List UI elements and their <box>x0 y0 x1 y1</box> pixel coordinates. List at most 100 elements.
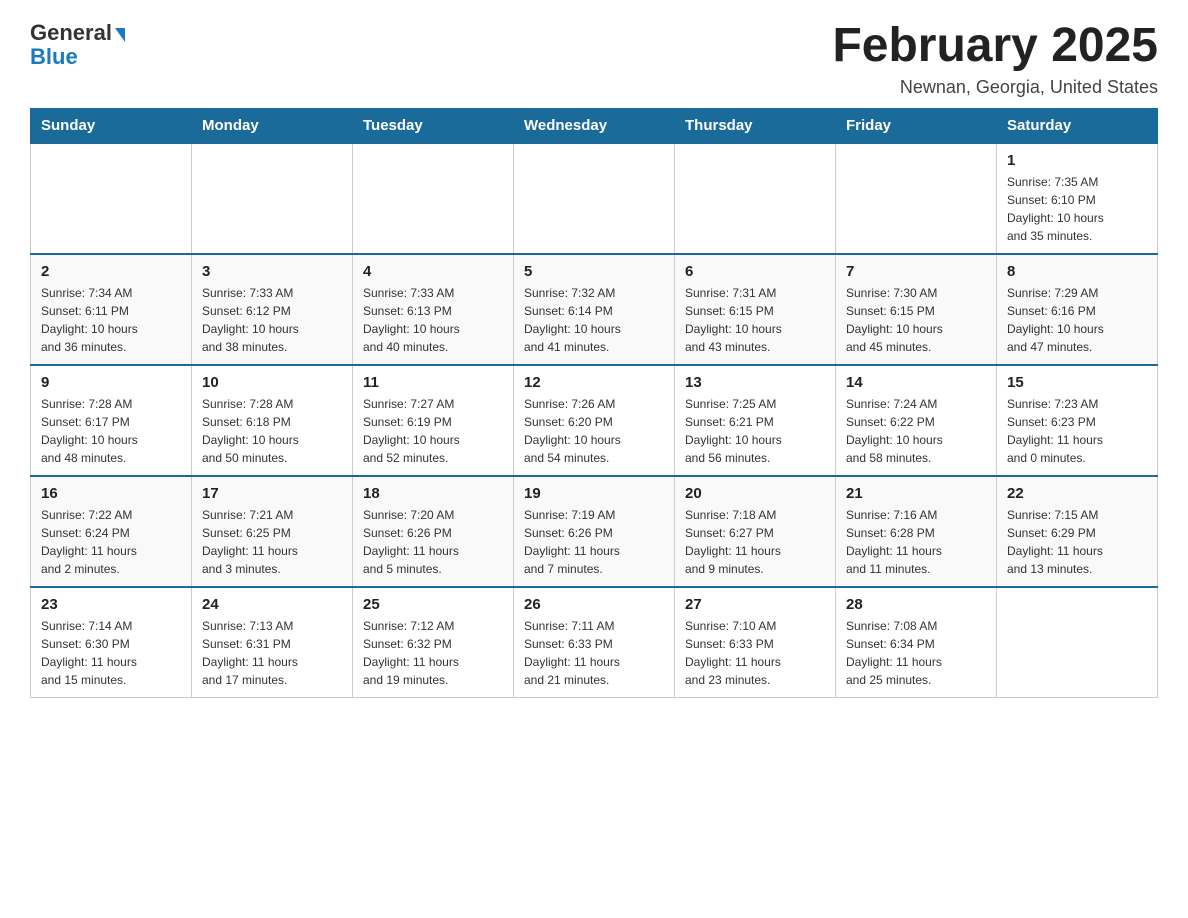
calendar-cell: 15 Sunrise: 7:23 AMSunset: 6:23 PMDayligh… <box>997 365 1158 476</box>
calendar-cell: 1 Sunrise: 7:35 AMSunset: 6:10 PMDaylight… <box>997 143 1158 254</box>
calendar-cell: 9 Sunrise: 7:28 AMSunset: 6:17 PMDaylight… <box>31 365 192 476</box>
day-info: Sunrise: 7:33 AMSunset: 6:13 PMDaylight:… <box>363 284 503 356</box>
day-info: Sunrise: 7:28 AMSunset: 6:17 PMDaylight:… <box>41 395 181 467</box>
day-number: 1 <box>1007 152 1147 169</box>
day-info: Sunrise: 7:16 AMSunset: 6:28 PMDaylight:… <box>846 506 986 578</box>
logo: General Blue <box>30 20 125 70</box>
calendar-cell: 24 Sunrise: 7:13 AMSunset: 6:31 PMDayligh… <box>192 587 353 698</box>
day-info: Sunrise: 7:32 AMSunset: 6:14 PMDaylight:… <box>524 284 664 356</box>
day-number: 12 <box>524 374 664 391</box>
calendar-table: Sunday Monday Tuesday Wednesday Thursday… <box>30 108 1158 698</box>
calendar-header-row: Sunday Monday Tuesday Wednesday Thursday… <box>31 108 1158 143</box>
header-saturday: Saturday <box>997 108 1158 143</box>
calendar-cell <box>514 143 675 254</box>
day-number: 4 <box>363 263 503 280</box>
calendar-cell: 11 Sunrise: 7:27 AMSunset: 6:19 PMDayligh… <box>353 365 514 476</box>
day-number: 22 <box>1007 485 1147 502</box>
calendar-cell: 5 Sunrise: 7:32 AMSunset: 6:14 PMDaylight… <box>514 254 675 365</box>
day-number: 26 <box>524 596 664 613</box>
day-info: Sunrise: 7:14 AMSunset: 6:30 PMDaylight:… <box>41 617 181 689</box>
day-number: 6 <box>685 263 825 280</box>
calendar-cell: 27Sunrise: 7:10 AMSunset: 6:33 PMDayligh… <box>675 587 836 698</box>
day-number: 9 <box>41 374 181 391</box>
day-number: 23 <box>41 596 181 613</box>
day-number: 11 <box>363 374 503 391</box>
calendar-cell: 19Sunrise: 7:19 AMSunset: 6:26 PMDayligh… <box>514 476 675 587</box>
day-info: Sunrise: 7:26 AMSunset: 6:20 PMDaylight:… <box>524 395 664 467</box>
calendar-cell: 13 Sunrise: 7:25 AMSunset: 6:21 PMDayligh… <box>675 365 836 476</box>
day-info: Sunrise: 7:23 AMSunset: 6:23 PMDaylight:… <box>1007 395 1147 467</box>
day-number: 27 <box>685 596 825 613</box>
logo-general-text: General <box>30 20 112 46</box>
calendar-cell: 3 Sunrise: 7:33 AMSunset: 6:12 PMDaylight… <box>192 254 353 365</box>
day-info: Sunrise: 7:34 AMSunset: 6:11 PMDaylight:… <box>41 284 181 356</box>
calendar-cell: 8Sunrise: 7:29 AMSunset: 6:16 PMDaylight… <box>997 254 1158 365</box>
calendar-cell: 14 Sunrise: 7:24 AMSunset: 6:22 PMDayligh… <box>836 365 997 476</box>
location-text: Newnan, Georgia, United States <box>832 77 1158 98</box>
week-row-4: 16 Sunrise: 7:22 AMSunset: 6:24 PMDayligh… <box>31 476 1158 587</box>
week-row-1: 1 Sunrise: 7:35 AMSunset: 6:10 PMDaylight… <box>31 143 1158 254</box>
header-tuesday: Tuesday <box>353 108 514 143</box>
calendar-cell <box>31 143 192 254</box>
day-number: 18 <box>363 485 503 502</box>
day-number: 21 <box>846 485 986 502</box>
day-info: Sunrise: 7:28 AMSunset: 6:18 PMDaylight:… <box>202 395 342 467</box>
calendar-cell: 17 Sunrise: 7:21 AMSunset: 6:25 PMDayligh… <box>192 476 353 587</box>
calendar-cell <box>353 143 514 254</box>
day-info: Sunrise: 7:20 AMSunset: 6:26 PMDaylight:… <box>363 506 503 578</box>
day-number: 19 <box>524 485 664 502</box>
day-info: Sunrise: 7:22 AMSunset: 6:24 PMDaylight:… <box>41 506 181 578</box>
page-header: General Blue February 2025 Newnan, Georg… <box>30 20 1158 98</box>
day-info: Sunrise: 7:33 AMSunset: 6:12 PMDaylight:… <box>202 284 342 356</box>
day-number: 14 <box>846 374 986 391</box>
day-info: Sunrise: 7:11 AMSunset: 6:33 PMDaylight:… <box>524 617 664 689</box>
calendar-cell: 7 Sunrise: 7:30 AMSunset: 6:15 PMDaylight… <box>836 254 997 365</box>
day-info: Sunrise: 7:21 AMSunset: 6:25 PMDaylight:… <box>202 506 342 578</box>
day-number: 8 <box>1007 263 1147 280</box>
calendar-cell <box>836 143 997 254</box>
logo-blue-text: Blue <box>30 44 78 70</box>
day-number: 16 <box>41 485 181 502</box>
week-row-3: 9 Sunrise: 7:28 AMSunset: 6:17 PMDaylight… <box>31 365 1158 476</box>
header-sunday: Sunday <box>31 108 192 143</box>
day-info: Sunrise: 7:15 AMSunset: 6:29 PMDaylight:… <box>1007 506 1147 578</box>
calendar-cell: 4 Sunrise: 7:33 AMSunset: 6:13 PMDaylight… <box>353 254 514 365</box>
day-number: 17 <box>202 485 342 502</box>
title-section: February 2025 Newnan, Georgia, United St… <box>832 20 1158 98</box>
day-info: Sunrise: 7:18 AMSunset: 6:27 PMDaylight:… <box>685 506 825 578</box>
day-number: 15 <box>1007 374 1147 391</box>
day-info: Sunrise: 7:12 AMSunset: 6:32 PMDaylight:… <box>363 617 503 689</box>
calendar-cell: 22 Sunrise: 7:15 AMSunset: 6:29 PMDayligh… <box>997 476 1158 587</box>
day-number: 5 <box>524 263 664 280</box>
calendar-cell <box>192 143 353 254</box>
calendar-cell: 28 Sunrise: 7:08 AMSunset: 6:34 PMDayligh… <box>836 587 997 698</box>
calendar-cell: 2Sunrise: 7:34 AMSunset: 6:11 PMDaylight… <box>31 254 192 365</box>
day-info: Sunrise: 7:30 AMSunset: 6:15 PMDaylight:… <box>846 284 986 356</box>
day-info: Sunrise: 7:27 AMSunset: 6:19 PMDaylight:… <box>363 395 503 467</box>
calendar-cell: 12 Sunrise: 7:26 AMSunset: 6:20 PMDayligh… <box>514 365 675 476</box>
day-number: 24 <box>202 596 342 613</box>
header-thursday: Thursday <box>675 108 836 143</box>
calendar-cell: 21 Sunrise: 7:16 AMSunset: 6:28 PMDayligh… <box>836 476 997 587</box>
calendar-cell: 18 Sunrise: 7:20 AMSunset: 6:26 PMDayligh… <box>353 476 514 587</box>
day-number: 3 <box>202 263 342 280</box>
calendar-cell <box>997 587 1158 698</box>
day-info: Sunrise: 7:13 AMSunset: 6:31 PMDaylight:… <box>202 617 342 689</box>
day-number: 20 <box>685 485 825 502</box>
calendar-cell: 26 Sunrise: 7:11 AMSunset: 6:33 PMDayligh… <box>514 587 675 698</box>
calendar-cell: 20 Sunrise: 7:18 AMSunset: 6:27 PMDayligh… <box>675 476 836 587</box>
header-wednesday: Wednesday <box>514 108 675 143</box>
header-friday: Friday <box>836 108 997 143</box>
header-monday: Monday <box>192 108 353 143</box>
day-number: 28 <box>846 596 986 613</box>
day-number: 13 <box>685 374 825 391</box>
day-info: Sunrise: 7:08 AMSunset: 6:34 PMDaylight:… <box>846 617 986 689</box>
day-info: Sunrise: 7:24 AMSunset: 6:22 PMDaylight:… <box>846 395 986 467</box>
day-number: 25 <box>363 596 503 613</box>
day-info: Sunrise: 7:35 AMSunset: 6:10 PMDaylight:… <box>1007 173 1147 245</box>
day-number: 7 <box>846 263 986 280</box>
calendar-cell: 25 Sunrise: 7:12 AMSunset: 6:32 PMDayligh… <box>353 587 514 698</box>
month-title: February 2025 <box>832 20 1158 73</box>
week-row-5: 23 Sunrise: 7:14 AMSunset: 6:30 PMDayligh… <box>31 587 1158 698</box>
day-info: Sunrise: 7:25 AMSunset: 6:21 PMDaylight:… <box>685 395 825 467</box>
